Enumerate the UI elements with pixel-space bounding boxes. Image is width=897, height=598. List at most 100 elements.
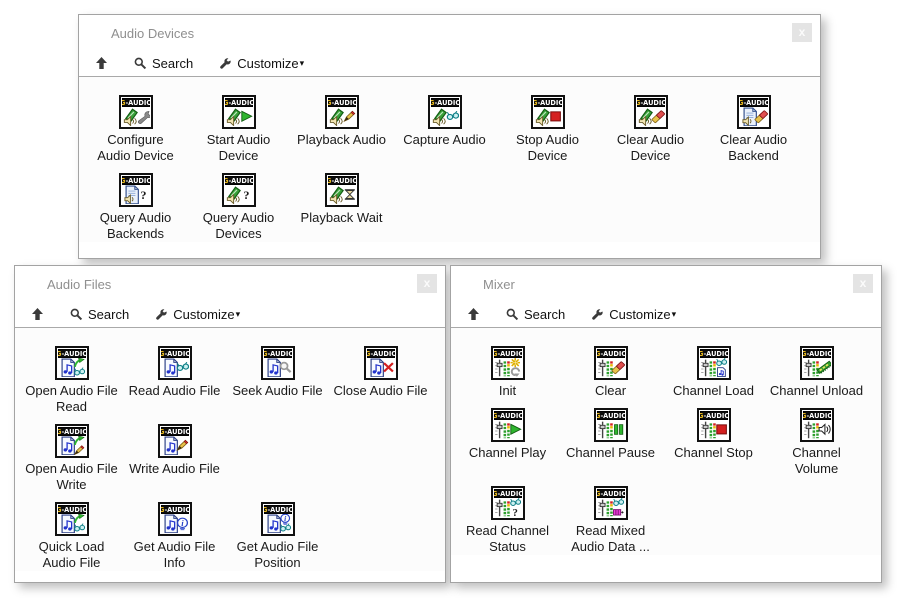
palette-item-clear-audio-backend[interactable]: G-AUDIO Clear Audio Backend [702, 95, 805, 164]
g-audio-banner: G-AUDIO [597, 349, 625, 358]
palette-item-label: Stop Audio Device [516, 132, 579, 164]
palette-item-get-audio-file-position[interactable]: G-AUDIOiGet Audio File Position [226, 502, 329, 571]
palette-row: G-AUDIOOpen Audio File ReadG-AUDIORead A… [20, 346, 445, 415]
search-button[interactable]: Search [134, 56, 193, 71]
palette-item-query-audio-backends[interactable]: G-AUDIO?Query Audio Backends [84, 173, 187, 242]
palette-item-label: Clear Audio Backend [720, 132, 787, 164]
svg-text:G-AUDIO: G-AUDIO [803, 412, 831, 420]
palette-item-capture-audio[interactable]: G-AUDIOCapture Audio [393, 95, 496, 164]
window-title: Audio Files [47, 277, 111, 292]
svg-text:G-AUDIO: G-AUDIO [700, 350, 728, 358]
palette-item-channel-pause[interactable]: G-AUDIOChannel Pause [559, 408, 662, 477]
vi-icon: G-AUDIOi [158, 502, 192, 536]
up-level-button[interactable] [31, 307, 44, 321]
customize-button[interactable]: Customize ▾ [219, 56, 304, 71]
palette-window-audio-files: Audio Files x Search Customize ▾ G-AUDIO… [14, 265, 446, 583]
palette-row: G-AUDIOQuick Load Audio FileG-AUDIOiGet … [20, 502, 445, 571]
g-audio-banner: G-AUDIO [161, 427, 189, 436]
close-button[interactable]: x [417, 274, 437, 293]
search-button[interactable]: Search [506, 307, 565, 322]
palette-item-label: Configure Audio Device [97, 132, 174, 164]
palette-item-open-audio-file-read[interactable]: G-AUDIOOpen Audio File Read [20, 346, 123, 415]
palette-item-label: Seek Audio File [232, 383, 322, 399]
palette-item-write-audio-file[interactable]: G-AUDIOWrite Audio File [123, 424, 226, 493]
palette-item-channel-unload[interactable]: G-AUDIOChannel Unload [765, 346, 868, 399]
g-audio-banner: G-AUDIO [494, 349, 522, 358]
g-audio-banner: G-AUDIO [161, 349, 189, 358]
palette-item-get-audio-file-info[interactable]: G-AUDIOiGet Audio File Info [123, 502, 226, 571]
palette-item-clear[interactable]: G-AUDIO Clear [559, 346, 662, 399]
g-audio-banner: G-AUDIO [367, 349, 395, 358]
g-audio-banner: G-AUDIO [637, 98, 665, 107]
vi-glyph [700, 420, 728, 439]
g-audio-banner: G-AUDIO [803, 349, 831, 358]
close-button[interactable]: x [792, 23, 812, 42]
svg-text:G-AUDIO: G-AUDIO [597, 490, 625, 498]
search-button[interactable]: Search [70, 307, 129, 322]
vi-icon: G-AUDIO [634, 95, 668, 129]
vi-glyph [58, 358, 86, 377]
up-level-button[interactable] [467, 307, 480, 321]
palette-item-read-channel-status[interactable]: G-AUDIO? Read Channel Status [456, 486, 559, 555]
palette-item-label: Channel Load [673, 383, 754, 399]
up-level-button[interactable] [95, 56, 108, 70]
g-audio-banner: G-AUDIO [597, 489, 625, 498]
vi-icon: G-AUDIOi [261, 502, 295, 536]
palette-item-configure-audio-device[interactable]: G-AUDIOConfigure Audio Device [84, 95, 187, 164]
vi-icon: G-AUDIO [531, 95, 565, 129]
svg-text:G-AUDIO: G-AUDIO [534, 99, 562, 107]
palette-item-channel-stop[interactable]: G-AUDIOChannel Stop [662, 408, 765, 477]
close-button[interactable]: x [853, 274, 873, 293]
g-audio-banner: G-AUDIO [225, 98, 253, 107]
vi-icon: G-AUDIO [800, 346, 834, 380]
palette-item-label: Read Channel Status [466, 523, 549, 555]
palette-item-read-audio-file[interactable]: G-AUDIORead Audio File [123, 346, 226, 415]
palette-item-label: Quick Load Audio File [39, 539, 105, 571]
svg-text:G-AUDIO: G-AUDIO [597, 350, 625, 358]
customize-button[interactable]: Customize ▾ [591, 307, 676, 322]
up-arrow-icon [467, 307, 480, 321]
g-audio-banner: G-AUDIO [494, 489, 522, 498]
g-audio-banner: G-AUDIO [58, 349, 86, 358]
svg-text:?: ? [243, 188, 249, 202]
svg-text:G-AUDIO: G-AUDIO [161, 350, 189, 358]
svg-text:G-AUDIO: G-AUDIO [740, 99, 768, 107]
toolbar: Search Customize ▾ [15, 301, 445, 328]
vi-glyph [534, 107, 562, 126]
search-icon [134, 57, 147, 70]
palette-item-read-mixed-audio-data[interactable]: G-AUDIO Read Mixed Audio Data ... [559, 486, 662, 555]
window-title: Audio Devices [111, 26, 194, 41]
palette-item-query-audio-devices[interactable]: G-AUDIO?Query Audio Devices [187, 173, 290, 242]
up-arrow-icon [31, 307, 44, 321]
palette-item-label: Read Mixed Audio Data ... [571, 523, 650, 555]
svg-text:?: ? [512, 508, 517, 517]
palette-body: G-AUDIOConfigure Audio DeviceG-AUDIOStar… [79, 77, 820, 242]
palette-item-open-audio-file-write[interactable]: G-AUDIOOpen Audio File Write [20, 424, 123, 493]
palette-item-label: Query Audio Backends [100, 210, 172, 242]
palette-item-stop-audio-device[interactable]: G-AUDIO Stop Audio Device [496, 95, 599, 164]
titlebar[interactable]: Audio Files x [15, 266, 445, 301]
customize-button[interactable]: Customize ▾ [155, 307, 240, 322]
palette-item-init[interactable]: G-AUDIOInit [456, 346, 559, 399]
g-audio-banner: G-AUDIO [494, 411, 522, 420]
palette-item-channel-load[interactable]: G-AUDIO Channel Load [662, 346, 765, 399]
palette-item-channel-volume[interactable]: G-AUDIO Channel Volume [765, 408, 868, 477]
titlebar[interactable]: Mixer x [451, 266, 881, 301]
palette-item-clear-audio-device[interactable]: G-AUDIOClear Audio Device [599, 95, 702, 164]
palette-item-playback-audio[interactable]: G-AUDIOPlayback Audio [290, 95, 393, 164]
palette-item-start-audio-device[interactable]: G-AUDIOStart Audio Device [187, 95, 290, 164]
svg-text:G-AUDIO: G-AUDIO [264, 506, 292, 514]
titlebar[interactable]: Audio Devices x [79, 15, 820, 50]
svg-text:G-AUDIO: G-AUDIO [225, 99, 253, 107]
palette-item-close-audio-file[interactable]: G-AUDIOClose Audio File [329, 346, 432, 415]
palette-item-playback-wait[interactable]: G-AUDIOPlayback Wait [290, 173, 393, 242]
search-label: Search [152, 56, 193, 71]
palette-item-label: Clear [595, 383, 626, 399]
palette-item-channel-play[interactable]: G-AUDIOChannel Play [456, 408, 559, 477]
vi-glyph [161, 358, 189, 377]
palette-item-label: Open Audio File Write [25, 461, 118, 493]
palette-item-quick-load-audio-file[interactable]: G-AUDIOQuick Load Audio File [20, 502, 123, 571]
palette-item-seek-audio-file[interactable]: G-AUDIOSeek Audio File [226, 346, 329, 415]
palette-item-label: Channel Volume [792, 445, 840, 477]
g-audio-banner: G-AUDIO [328, 98, 356, 107]
